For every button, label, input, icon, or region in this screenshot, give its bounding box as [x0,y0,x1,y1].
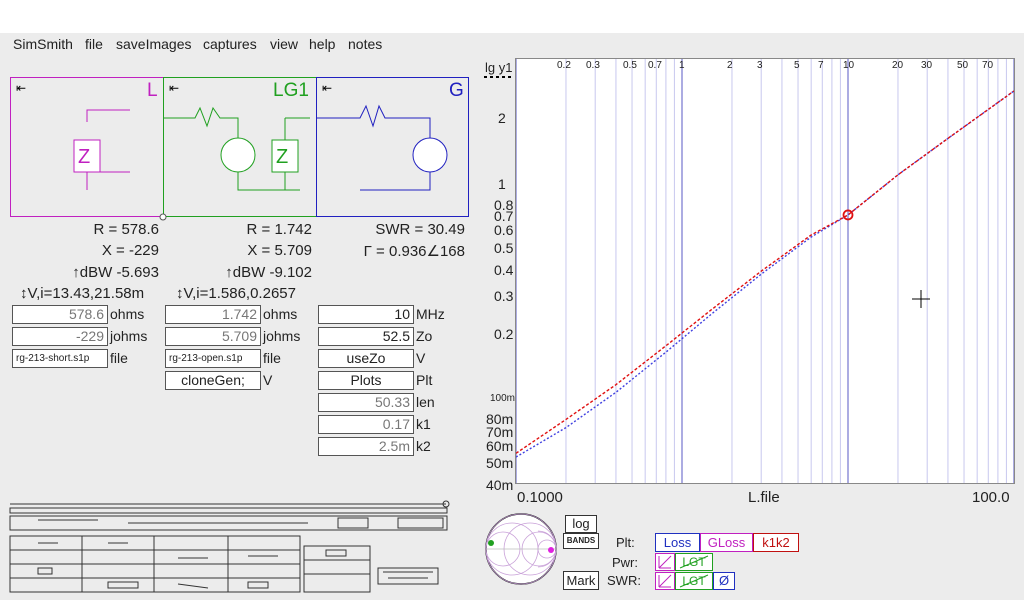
top-tick: 3 [757,60,763,71]
top-tick: 20 [892,60,904,71]
y-tick: 0.3 [494,288,514,304]
line-file-field[interactable]: rg-213-open.s1p [165,349,261,368]
top-tick: 70 [982,60,994,71]
y-tick: 40m [486,477,514,493]
unit-label: johms [263,328,301,344]
load-johms-field[interactable]: -229 [12,327,108,346]
schematic-drawing: Z Z [73,104,448,221]
pwr-load-toggle[interactable] [655,553,675,571]
slash-icon [658,555,672,569]
swr-label: SWR: [607,573,641,588]
y-tick: 1 [498,176,506,192]
load-file-field[interactable]: rg-213-short.s1p [12,349,108,368]
plot-gloss-button[interactable]: GLoss [700,533,753,552]
line-x-readout: X = 5.709 [247,242,312,259]
unit-label: Zo [416,328,433,344]
ylabel-dash-icon [484,76,514,78]
y-tick: 50m [486,455,514,471]
swr-readout: SWR = 30.49 [375,221,465,238]
plot-area[interactable] [515,58,1015,484]
layout-thumbnails[interactable] [8,498,453,594]
unit-label: file [110,350,128,366]
plot-canvas [516,59,1014,483]
top-tick: 0.2 [557,60,571,71]
top-tick: 0.3 [586,60,600,71]
unit-label: MHz [416,306,445,322]
bands-button[interactable]: BANDS [563,533,599,549]
gloss-curve [516,90,1014,454]
unit-label: len [416,394,435,410]
plot-k1k2-button[interactable]: k1k2 [753,533,799,552]
mark-button[interactable]: Mark [563,571,599,590]
gamma-readout: Γ = 0.936∠168 [363,243,465,260]
len-field[interactable]: 50.33 [318,393,414,412]
line-ohms-field[interactable]: 1.742 [165,305,261,324]
unit-label: k2 [416,438,431,454]
top-tick: 2 [727,60,733,71]
unit-label: V [416,350,426,366]
load-dbw-readout: ↑dBW -5.693 [72,264,159,281]
y-tick: 100m [490,393,516,404]
y-tick: 60m [486,438,514,454]
y-tick: 0.5 [494,240,514,256]
top-tick: 50 [957,60,969,71]
unit-label: V [263,372,273,388]
y-tick: 0.4 [494,262,514,278]
top-tick: 30 [921,60,933,71]
x-tick: 100.0 [972,489,1010,506]
freq-field[interactable]: 10 [318,305,414,324]
load-vi-readout: ↕V,i=13.43,21.58m [20,285,145,302]
line-johms-field[interactable]: 5.709 [165,327,261,346]
swr-gen-toggle[interactable]: Ø [713,572,735,590]
top-tick: 1 [679,60,685,71]
plot-xlabel: L.file [748,489,780,506]
plt-label: Plt: [616,535,635,550]
top-tick: 5 [794,60,800,71]
plots-field[interactable]: Plots [318,371,414,390]
load-x-readout: X = -229 [101,242,159,259]
k2-field[interactable]: 2.5m [318,437,414,456]
y-tick: 2 [498,110,506,126]
smith-chart-mini[interactable] [484,512,560,586]
y-tick: 0.2 [494,326,514,342]
top-tick: 0.5 [623,60,637,71]
line-dbw-readout: ↑dBW -9.102 [225,264,312,281]
zo-field[interactable]: 52.5 [318,327,414,346]
top-tick: 7 [818,60,824,71]
unit-label: k1 [416,416,431,432]
usezo-field[interactable]: useZo [318,349,414,368]
unit-label: ohms [110,306,145,322]
unit-label: ohms [263,306,298,322]
line-vi-readout: ↕V,i=1.586,0.2657 [176,285,296,302]
top-tick: 10 [843,60,855,71]
x-tick: 0.1000 [517,489,563,506]
slash-icon [679,555,709,569]
unit-label: Plt [416,372,433,388]
load-ohms-field[interactable]: 578.6 [12,305,108,324]
unit-label: johms [110,328,148,344]
k1-field[interactable]: 0.17 [318,415,414,434]
y-tick: 0.6 [494,222,514,238]
unit-label: file [263,350,281,366]
top-tick: 0.7 [648,60,662,71]
pwr-label: Pwr: [612,555,638,570]
slash-icon [679,574,709,588]
svg-text:Z: Z [276,146,288,168]
log-button[interactable]: log [565,515,597,533]
z-glyph: Z [78,146,90,168]
line-r-readout: R = 1.742 [246,221,312,238]
swr-load-toggle[interactable] [655,572,675,590]
slash-icon [658,574,672,588]
plot-loss-button[interactable]: Loss [655,533,700,552]
line-clonegen-field[interactable]: cloneGen; [165,371,261,390]
load-r-readout: R = 578.6 [93,221,159,238]
plot-ylabel: lg y1 [485,60,513,75]
